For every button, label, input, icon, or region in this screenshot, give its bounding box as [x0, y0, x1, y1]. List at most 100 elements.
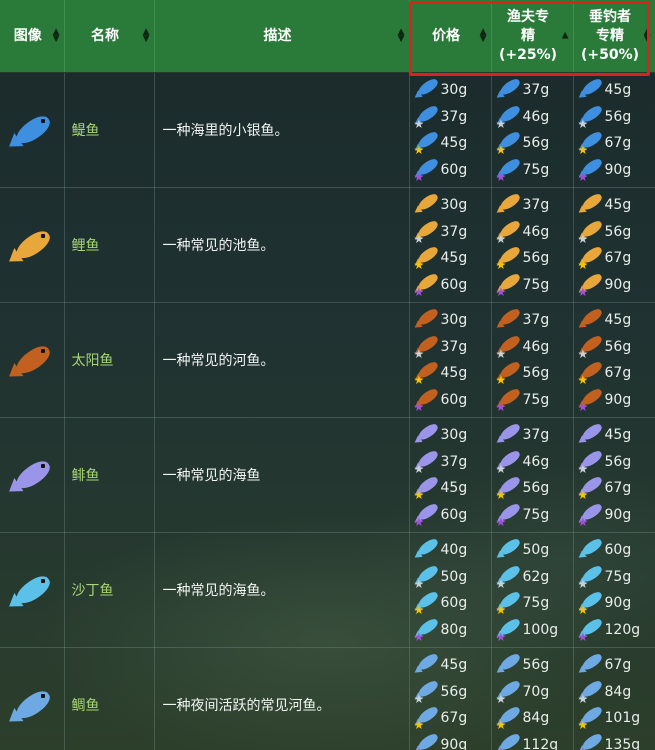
fish-shape: [415, 191, 440, 213]
silver-star-icon: ★: [413, 231, 425, 246]
sunfish-icon: ★: [414, 386, 440, 413]
herring-icon: [579, 421, 604, 446]
fish-name-link[interactable]: 鲷鱼: [64, 647, 155, 750]
sardine-icon: [415, 536, 440, 561]
silver-star-icon: ★: [577, 576, 589, 591]
price-value: 46g: [522, 338, 550, 355]
gold-star-icon: ★: [413, 603, 425, 618]
table-row: 鲱鱼 一种常见的海鱼 30g ★ 37g ★ 45g ★ 60g 37g ★ 46g ★ 56g ★ 75g 4…: [0, 417, 655, 533]
price-value: 67g: [604, 250, 632, 267]
anchovy-icon: ★: [496, 129, 522, 156]
fisher-price-cell: 50g ★ 62g ★ 75g ★ 100g: [491, 532, 574, 648]
table-row: 鳀鱼 一种海里的小银鱼。 30g ★ 37g ★ 45g ★ 60g 37g ★ 46g ★ 56g ★ 75…: [0, 72, 655, 188]
iridium-star-icon: ★: [414, 746, 425, 750]
herring-icon: ★: [578, 448, 604, 475]
image-cell: [0, 302, 65, 418]
price-value: 37g: [522, 312, 550, 329]
price-entry: ★ 60g: [414, 271, 491, 299]
price-value: 45g: [440, 365, 468, 382]
fish-shape: [415, 651, 440, 673]
iridium-star-icon: ★: [577, 514, 589, 529]
angler-price-list: 67g ★ 84g ★ 101g ★ 135g: [574, 648, 655, 750]
price-entry: ★ 90g: [577, 386, 655, 414]
price-entry: ★ 75g: [496, 156, 573, 184]
sort-icon: ▲ ▼: [52, 27, 60, 44]
fish-table-body: 鳀鱼 一种海里的小银鱼。 30g ★ 37g ★ 45g ★ 60g 37g ★ 46g ★ 56g ★ 75…: [0, 72, 655, 750]
price-entry: ★ 46g: [496, 218, 573, 246]
price-value: 60g: [440, 276, 468, 293]
iridium-star-icon: ★: [577, 284, 589, 299]
fish-shape: [579, 191, 604, 213]
price-value: 45g: [440, 657, 468, 674]
price-value: 84g: [604, 683, 632, 700]
gold-star-icon: ★: [495, 258, 507, 273]
price-value: 67g: [440, 710, 468, 727]
silver-star-icon: ★: [495, 116, 507, 131]
price-entry: 56g: [497, 651, 573, 679]
sort-icon: ▲ ▼: [479, 27, 487, 44]
silver-star-icon: ★: [495, 576, 507, 591]
bream-icon: [497, 651, 522, 676]
fisher-price-cell: 56g ★ 70g ★ 84g ★ 112g: [491, 647, 574, 750]
price-value: 90g: [440, 736, 468, 750]
price-entry: ★ 67g: [578, 359, 655, 387]
carp-icon: ★: [496, 218, 522, 245]
fish-shape: [579, 536, 604, 558]
herring-icon: ★: [414, 474, 440, 501]
fisher-price-list: 37g ★ 46g ★ 56g ★ 75g: [492, 188, 573, 302]
fisher-price-list: 56g ★ 70g ★ 84g ★ 112g: [492, 648, 573, 750]
price-list: 30g ★ 37g ★ 45g ★ 60g: [410, 188, 491, 302]
col-header-description[interactable]: 描述 ▲ ▼: [154, 0, 410, 73]
price-value: 37g: [522, 427, 550, 444]
carp-icon: ★: [578, 218, 604, 245]
fish-name-link[interactable]: 鲱鱼: [64, 417, 155, 533]
sardine-icon: ★: [578, 616, 604, 643]
price-entry: ★ 56g: [414, 678, 491, 706]
price-value: 70g: [522, 683, 550, 700]
sardine-icon: [4, 566, 56, 614]
price-entry: ★ 70g: [496, 678, 573, 706]
bream-icon: [4, 681, 56, 729]
herring-icon: ★: [414, 501, 440, 528]
price-list: 30g ★ 37g ★ 45g ★ 60g: [410, 303, 491, 417]
angler-price-cell: 67g ★ 84g ★ 101g ★ 135g: [573, 647, 655, 750]
col-header-price[interactable]: 价格 ▲ ▼: [409, 0, 492, 73]
image-cell: [0, 187, 65, 303]
sort-icon: ▲ ▼: [643, 27, 651, 44]
bream-icon: ★: [496, 678, 522, 705]
fish-shape: [579, 76, 604, 98]
col-header-price-label: 价格: [432, 27, 460, 44]
sunfish-icon: ★: [496, 386, 522, 413]
fisher-price-cell: 37g ★ 46g ★ 56g ★ 75g: [491, 302, 574, 418]
price-value: 30g: [440, 82, 468, 99]
sardine-icon: ★: [413, 616, 440, 644]
price-entry: 45g: [579, 76, 655, 104]
fish-name-link[interactable]: 鳀鱼: [64, 72, 155, 188]
herring-icon: ★: [578, 474, 604, 501]
price-entry: ★ 45g: [414, 129, 491, 157]
col-header-image[interactable]: 图像 ▲ ▼: [0, 0, 65, 73]
fish-name-link[interactable]: 太阳鱼: [64, 302, 155, 418]
price-list: 40g ★ 50g ★ 60g ★ 80g: [410, 533, 491, 647]
col-header-name[interactable]: 名称 ▲ ▼: [64, 0, 155, 73]
herring-icon: [415, 421, 440, 446]
price-entry: ★ 37g: [414, 333, 491, 361]
price-value: 37g: [440, 223, 468, 240]
iridium-star-icon: ★: [577, 399, 589, 414]
iridium-star-icon: ★: [413, 629, 425, 644]
angler-price-cell: 60g ★ 75g ★ 90g ★ 120g: [573, 532, 655, 648]
gold-star-icon: ★: [577, 603, 589, 618]
fish-name-link[interactable]: 沙丁鱼: [64, 532, 155, 648]
price-value: 45g: [604, 427, 632, 444]
col-header-fisher[interactable]: 渔夫专 精 (+25%) ▲: [491, 0, 574, 73]
bream-icon: ★: [578, 704, 604, 731]
price-cell: 30g ★ 37g ★ 45g ★ 60g: [409, 302, 492, 418]
price-entry: ★ 46g: [496, 448, 573, 476]
price-entry: ★ 112g: [496, 731, 573, 750]
price-entry: ★ 80g: [413, 616, 491, 644]
fish-name-link[interactable]: 鲤鱼: [64, 187, 155, 303]
price-value: 101g: [604, 710, 641, 727]
fisher-price-list: 37g ★ 46g ★ 56g ★ 75g: [492, 73, 573, 187]
price-value: 120g: [604, 621, 641, 638]
col-header-angler[interactable]: 垂钓者 专精 (+50%) ▲ ▼: [573, 0, 655, 73]
